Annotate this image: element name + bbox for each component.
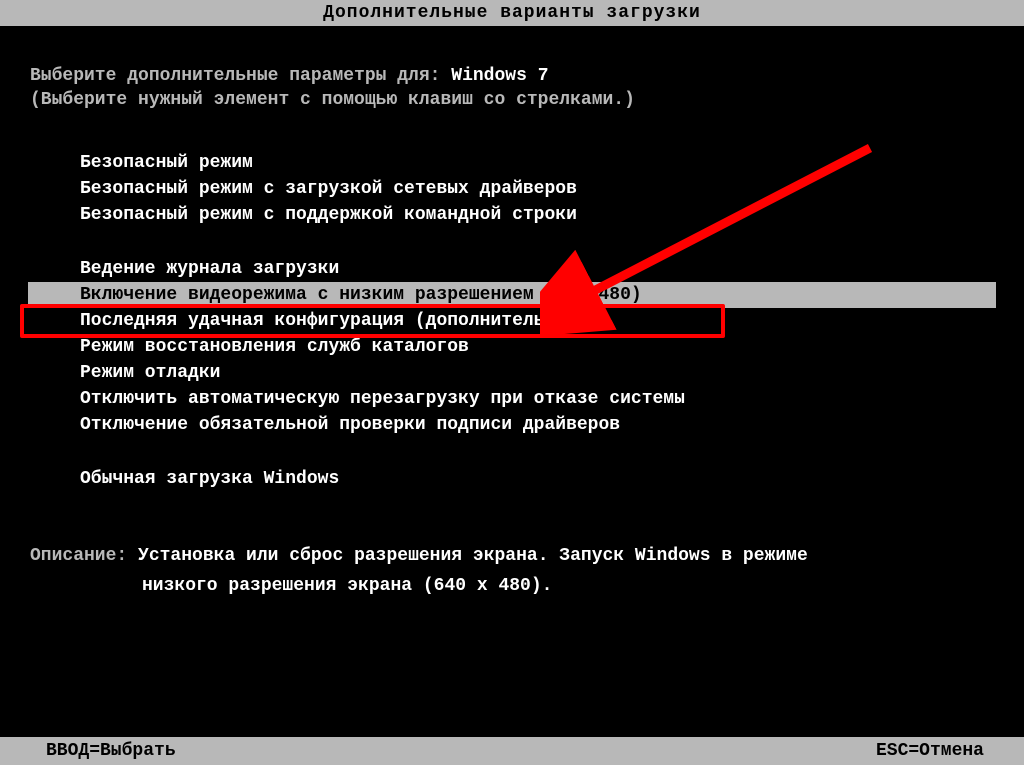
description-label: Описание: <box>30 546 127 566</box>
menu-item-boot-logging[interactable]: Ведение журнала загрузки <box>0 256 1024 282</box>
menu-item-safe-mode-networking[interactable]: Безопасный режим с загрузкой сетевых дра… <box>0 176 1024 202</box>
menu-item-safe-mode-command[interactable]: Безопасный режим с поддержкой командной … <box>0 202 1024 228</box>
menu-item-safe-mode[interactable]: Безопасный режим <box>0 150 1024 176</box>
menu-item-disable-auto-restart[interactable]: Отключить автоматическую перезагрузку пр… <box>0 386 1024 412</box>
menu-spacer <box>0 228 1024 256</box>
content-area: Выберите дополнительные параметры для: W… <box>0 26 1024 601</box>
menu-item-last-known-good[interactable]: Последняя удачная конфигурация (дополнит… <box>0 308 1024 334</box>
hint-line: (Выберите нужный элемент с помощью клави… <box>0 90 1024 110</box>
description-block: Описание: Установка или сброс разрешения… <box>0 492 1024 601</box>
title-text: Дополнительные варианты загрузки <box>323 3 701 23</box>
menu-item-debug-mode[interactable]: Режим отладки <box>0 360 1024 386</box>
boot-menu[interactable]: Безопасный режим Безопасный режим с загр… <box>0 150 1024 492</box>
prompt-prefix: Выберите дополнительные параметры для: <box>30 66 451 86</box>
description-line1: Установка или сброс разрешения экрана. З… <box>138 546 808 566</box>
menu-item-low-res-video[interactable]: Включение видеорежима с низким разрешени… <box>28 282 996 308</box>
menu-item-directory-restore[interactable]: Режим восстановления служб каталогов <box>0 334 1024 360</box>
menu-item-disable-driver-sig[interactable]: Отключение обязательной проверки подписи… <box>0 412 1024 438</box>
menu-item-start-normally[interactable]: Обычная загрузка Windows <box>0 466 1024 492</box>
footer-enter-hint: ВВОД=Выбрать <box>46 741 176 761</box>
prompt-line: Выберите дополнительные параметры для: W… <box>0 26 1024 90</box>
description-line2: низкого разрешения экрана (640 x 480). <box>30 572 994 602</box>
footer-esc-hint: ESC=Отмена <box>876 741 984 761</box>
os-name: Windows 7 <box>451 66 548 86</box>
title-bar: Дополнительные варианты загрузки <box>0 0 1024 26</box>
menu-spacer <box>0 438 1024 466</box>
footer-bar: ВВОД=Выбрать ESC=Отмена <box>0 737 1024 765</box>
